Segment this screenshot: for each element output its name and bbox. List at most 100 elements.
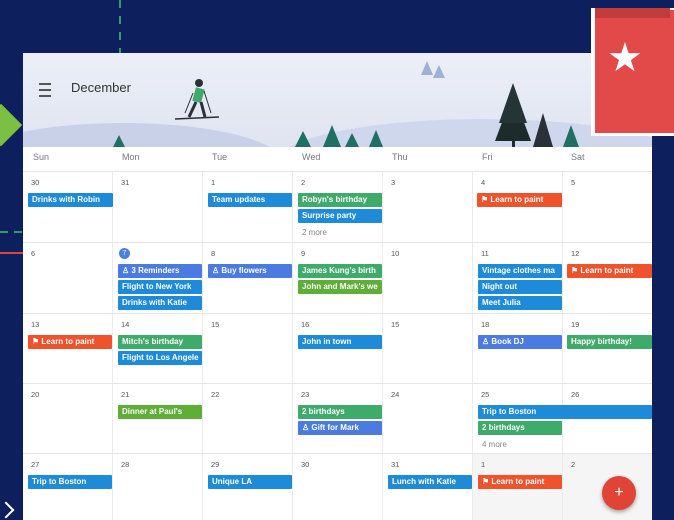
- weekday-label: Tue: [212, 152, 228, 162]
- date-number: 27: [31, 460, 40, 469]
- date-number: 16: [301, 320, 310, 329]
- event-chip[interactable]: Surprise party: [298, 209, 382, 223]
- event-chip[interactable]: ⚑ Learn to paint: [28, 335, 112, 349]
- weekday-label: Sun: [33, 152, 50, 162]
- day-cell[interactable]: 31: [113, 172, 203, 243]
- event-chip[interactable]: Mitch's birthday: [118, 335, 202, 349]
- event-chip[interactable]: Dinner at Paul's: [118, 405, 202, 419]
- weekday-label: Fri: [482, 152, 493, 162]
- event-chip[interactable]: Trip to Boston: [478, 405, 652, 419]
- date-number: 18: [481, 320, 490, 329]
- event-chip[interactable]: Drinks with Katie: [118, 296, 202, 310]
- day-cell[interactable]: 30: [293, 454, 383, 520]
- bookmark-logo: ★: [591, 8, 674, 136]
- day-cell[interactable]: 3: [383, 172, 473, 243]
- event-chip[interactable]: Meet Julia: [478, 296, 562, 310]
- week-row: 27 28 29 30 31 1 2 Trip to Boston Unique…: [23, 453, 652, 520]
- event-chip[interactable]: Robyn's birthday: [298, 193, 382, 207]
- event-chip[interactable]: ♙ Buy flowers: [208, 264, 292, 278]
- calendar-window: December Sun Mon Tue Wed Thu Fri Sat 30 …: [23, 53, 652, 520]
- event-chip[interactable]: 2 birthdays: [478, 421, 562, 435]
- date-number: 31: [121, 178, 130, 187]
- event-chip[interactable]: Trip to Boston: [28, 475, 112, 489]
- day-cell[interactable]: 8: [203, 243, 293, 314]
- date-number: 22: [211, 390, 220, 399]
- date-number: 1: [481, 460, 486, 469]
- event-chip[interactable]: ⚑ Learn to paint: [477, 193, 562, 207]
- day-cell[interactable]: 10: [383, 243, 473, 314]
- more-events-link[interactable]: 4 more: [482, 440, 507, 449]
- day-cell[interactable]: 12: [563, 243, 652, 314]
- day-cell[interactable]: 18: [473, 314, 563, 384]
- date-number: 13: [31, 320, 40, 329]
- event-chip[interactable]: ♙ Gift for Mark: [298, 421, 382, 435]
- day-cell[interactable]: 22: [203, 384, 293, 454]
- event-chip-label: Learn to paint: [41, 337, 95, 346]
- event-chip-label: Learn to paint: [580, 266, 634, 275]
- date-number: 19: [571, 320, 580, 329]
- calendar-header: December: [23, 53, 652, 147]
- date-number: 28: [121, 460, 130, 469]
- menu-icon[interactable]: [39, 83, 51, 97]
- day-cell[interactable]: 19: [563, 314, 652, 384]
- event-chip-label: Buy flowers: [221, 266, 267, 275]
- day-cell[interactable]: 24: [383, 384, 473, 454]
- day-cell[interactable]: 21: [113, 384, 203, 454]
- day-cell[interactable]: 26: [563, 384, 652, 454]
- day-cell[interactable]: 16: [293, 314, 383, 384]
- date-number: 3: [391, 178, 396, 187]
- add-event-button[interactable]: +: [602, 476, 636, 510]
- decorative-dashed-line: [0, 231, 24, 233]
- event-chip[interactable]: John in town: [298, 335, 382, 349]
- person-icon: ♙: [302, 423, 312, 432]
- day-cell[interactable]: 23: [293, 384, 383, 454]
- decorative-line: [0, 252, 24, 254]
- event-chip[interactable]: Flight to Los Angele: [118, 351, 202, 365]
- decorative-diamond: [0, 103, 23, 147]
- event-chip[interactable]: John and Mark's we: [298, 280, 382, 294]
- day-cell[interactable]: 28: [113, 454, 203, 520]
- date-number: 4: [481, 178, 486, 187]
- day-cell[interactable]: 6: [23, 243, 113, 314]
- date-number: 30: [31, 178, 40, 187]
- event-chip[interactable]: ⚑ Learn to paint: [567, 264, 652, 278]
- event-chip[interactable]: ♙ 3 Reminders: [118, 264, 202, 278]
- day-cell[interactable]: 20: [23, 384, 113, 454]
- chevron-right-icon: [0, 501, 15, 519]
- weekday-label: Sat: [571, 152, 585, 162]
- date-number: 12: [571, 249, 580, 258]
- flag-icon: ⚑: [481, 195, 491, 204]
- event-chip[interactable]: ⚑ Learn to paint: [478, 475, 562, 489]
- event-chip[interactable]: Vintage clothes ma: [478, 264, 562, 278]
- date-number: 25: [481, 390, 490, 399]
- day-cell[interactable]: 13: [23, 314, 113, 384]
- event-chip[interactable]: Team updates: [208, 193, 292, 207]
- event-chip[interactable]: Flight to New York: [118, 280, 202, 294]
- event-chip[interactable]: Night out: [478, 280, 562, 294]
- day-cell[interactable]: 1: [203, 172, 293, 243]
- weekday-label: Thu: [392, 152, 408, 162]
- week-row: 6 7 8 9 10 11 12 ♙ 3 Reminders Flight to…: [23, 242, 652, 314]
- person-icon: ♙: [122, 266, 132, 275]
- event-chip[interactable]: Unique LA: [208, 475, 292, 489]
- event-chip[interactable]: James Kung's birth: [298, 264, 382, 278]
- day-cell[interactable]: 15: [203, 314, 293, 384]
- day-cell[interactable]: 30: [23, 172, 113, 243]
- day-cell[interactable]: 14: [113, 314, 203, 384]
- more-events-link[interactable]: 2 more: [302, 228, 327, 237]
- event-chip[interactable]: 2 birthdays: [298, 405, 382, 419]
- date-number: 1: [211, 178, 216, 187]
- week-row: 20 21 22 23 24 25 26 Dinner at Paul's 2 …: [23, 383, 652, 454]
- event-chip[interactable]: Happy birthday!: [567, 335, 652, 349]
- star-icon: ★: [607, 36, 643, 80]
- event-chip[interactable]: ♙ Book DJ: [478, 335, 562, 349]
- day-cell[interactable]: 5: [563, 172, 652, 243]
- day-cell[interactable]: 4: [473, 172, 563, 243]
- event-chip[interactable]: Drinks with Robin: [28, 193, 113, 207]
- month-grid: 30 31 1 2 3 4 5 Drinks with Robin Team u…: [23, 171, 652, 520]
- day-cell[interactable]: 9: [293, 243, 383, 314]
- date-number: 8: [211, 249, 216, 258]
- event-chip[interactable]: Lunch with Katie: [388, 475, 472, 489]
- bookmark-logo-fold: [595, 8, 670, 18]
- day-cell[interactable]: 15: [383, 314, 473, 384]
